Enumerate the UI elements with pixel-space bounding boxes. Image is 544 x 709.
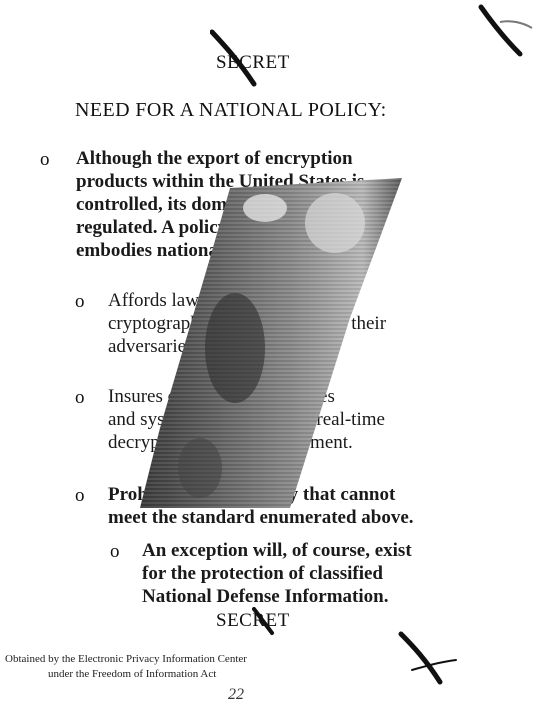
page-number: 22 — [228, 686, 244, 703]
pen-check-mark — [398, 631, 457, 685]
sub-bullet-marker: o — [110, 541, 120, 562]
bullet-marker: o — [40, 149, 50, 170]
pen-check-mark — [210, 29, 257, 87]
page-heading: NEED FOR A NATIONAL POLICY: — [75, 99, 387, 121]
pen-check-mark — [478, 4, 533, 57]
footer-attribution: Obtained by the Electronic Privacy Infor… — [5, 653, 247, 665]
paragraph-exception: An exception will, of course, exist for … — [142, 539, 412, 608]
bullet-marker: o — [75, 387, 85, 408]
text-line: for the protection of classified — [142, 563, 383, 584]
scan-smear-artifact — [140, 178, 402, 508]
bullet-marker: o — [75, 291, 85, 312]
pen-check-mark — [252, 607, 274, 635]
footer-foia: under the Freedom of Information Act — [48, 668, 217, 680]
bullet-marker: o — [75, 485, 85, 506]
text-line: National Defense Information. — [142, 586, 389, 607]
text-line: An exception will, of course, exist — [142, 540, 412, 561]
text-line: meet the standard enumerated above. — [108, 507, 414, 528]
text-line: Although the export of encryption — [76, 148, 353, 169]
